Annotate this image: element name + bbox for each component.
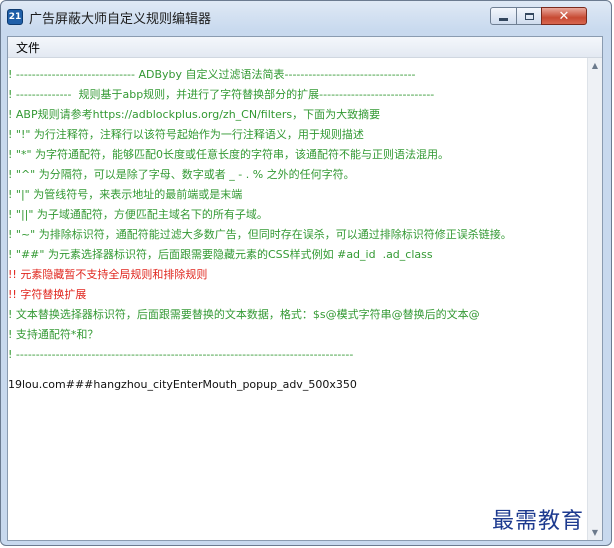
- editor-line: ! "~" 为排除标识符，通配符能过滤大多数广告，但同时存在误杀，可以通过排除标…: [8, 228, 512, 241]
- close-icon: ✕: [558, 8, 570, 24]
- editor-window: 21 广告屏蔽大师自定义规则编辑器 ✕ 文件 ! ---------------…: [0, 0, 612, 546]
- editor-line: ! -------------- 规则基于abp规则，并进行了字符替换部分的扩展…: [8, 88, 435, 101]
- maximize-icon: [524, 12, 534, 20]
- editor-line: ! "|" 为管线符号，来表示地址的最前端或是末端: [8, 188, 243, 201]
- editor-line: ! "^" 为分隔符，可以是除了字母、数字或者 _ - . % 之外的任何字符。: [8, 168, 355, 181]
- editor-line: ! ABP规则请参考https://adblockplus.org/zh_CN/…: [8, 108, 381, 121]
- editor-line: ! "##" 为元素选择器标识符，后面跟需要隐藏元素的CSS样式例如 #ad_i…: [8, 248, 433, 261]
- editor-line: ! "!" 为行注释符，注释行以该符号起始作为一行注释语义，用于规则描述: [8, 128, 364, 141]
- rules-text-editor[interactable]: ! ------------------------------ ADByby …: [8, 58, 588, 540]
- window-title: 广告屏蔽大师自定义规则编辑器: [29, 12, 212, 27]
- editor-line: ! --------------------------------------…: [8, 348, 354, 361]
- minimize-button[interactable]: [490, 7, 517, 25]
- editor-line: !! 字符替换扩展: [8, 288, 87, 301]
- menu-bar: 文件: [8, 37, 602, 58]
- vertical-scrollbar[interactable]: ▲ ▼: [587, 58, 602, 540]
- watermark-text: 最需教育: [492, 509, 585, 534]
- editor-line: ! 支持通配符*和？: [8, 328, 99, 341]
- editor-line: ! "*" 为字符通配符，能够匹配0长度或任意长度的字符串，该通配符不能与正则语…: [8, 148, 450, 161]
- editor-line: 19lou.com###hangzhou_cityEnterMouth_popu…: [8, 378, 357, 391]
- scroll-up-icon[interactable]: ▲: [589, 58, 601, 73]
- scroll-down-icon[interactable]: ▼: [589, 525, 601, 540]
- editor-line: ! "||" 为子域通配符，方便匹配主域名下的所有子域。: [8, 208, 268, 221]
- editor-line: ! 文本替换选择器标识符，后面跟需要替换的文本数据，格式：$s@模式字符串@替换…: [8, 308, 480, 321]
- minimize-icon: [499, 17, 508, 21]
- close-button[interactable]: ✕: [541, 7, 587, 25]
- menu-file[interactable]: 文件: [14, 39, 42, 56]
- maximize-button[interactable]: [516, 7, 542, 25]
- editor-line: !! 元素隐藏暂不支持全局规则和排除规则: [8, 268, 208, 281]
- client-area: 文件 ! ------------------------------ ADBy…: [7, 36, 603, 541]
- title-bar[interactable]: 21 广告屏蔽大师自定义规则编辑器 ✕: [1, 1, 611, 31]
- editor-line: ! ------------------------------ ADByby …: [8, 68, 416, 81]
- app-icon: 21: [7, 9, 23, 25]
